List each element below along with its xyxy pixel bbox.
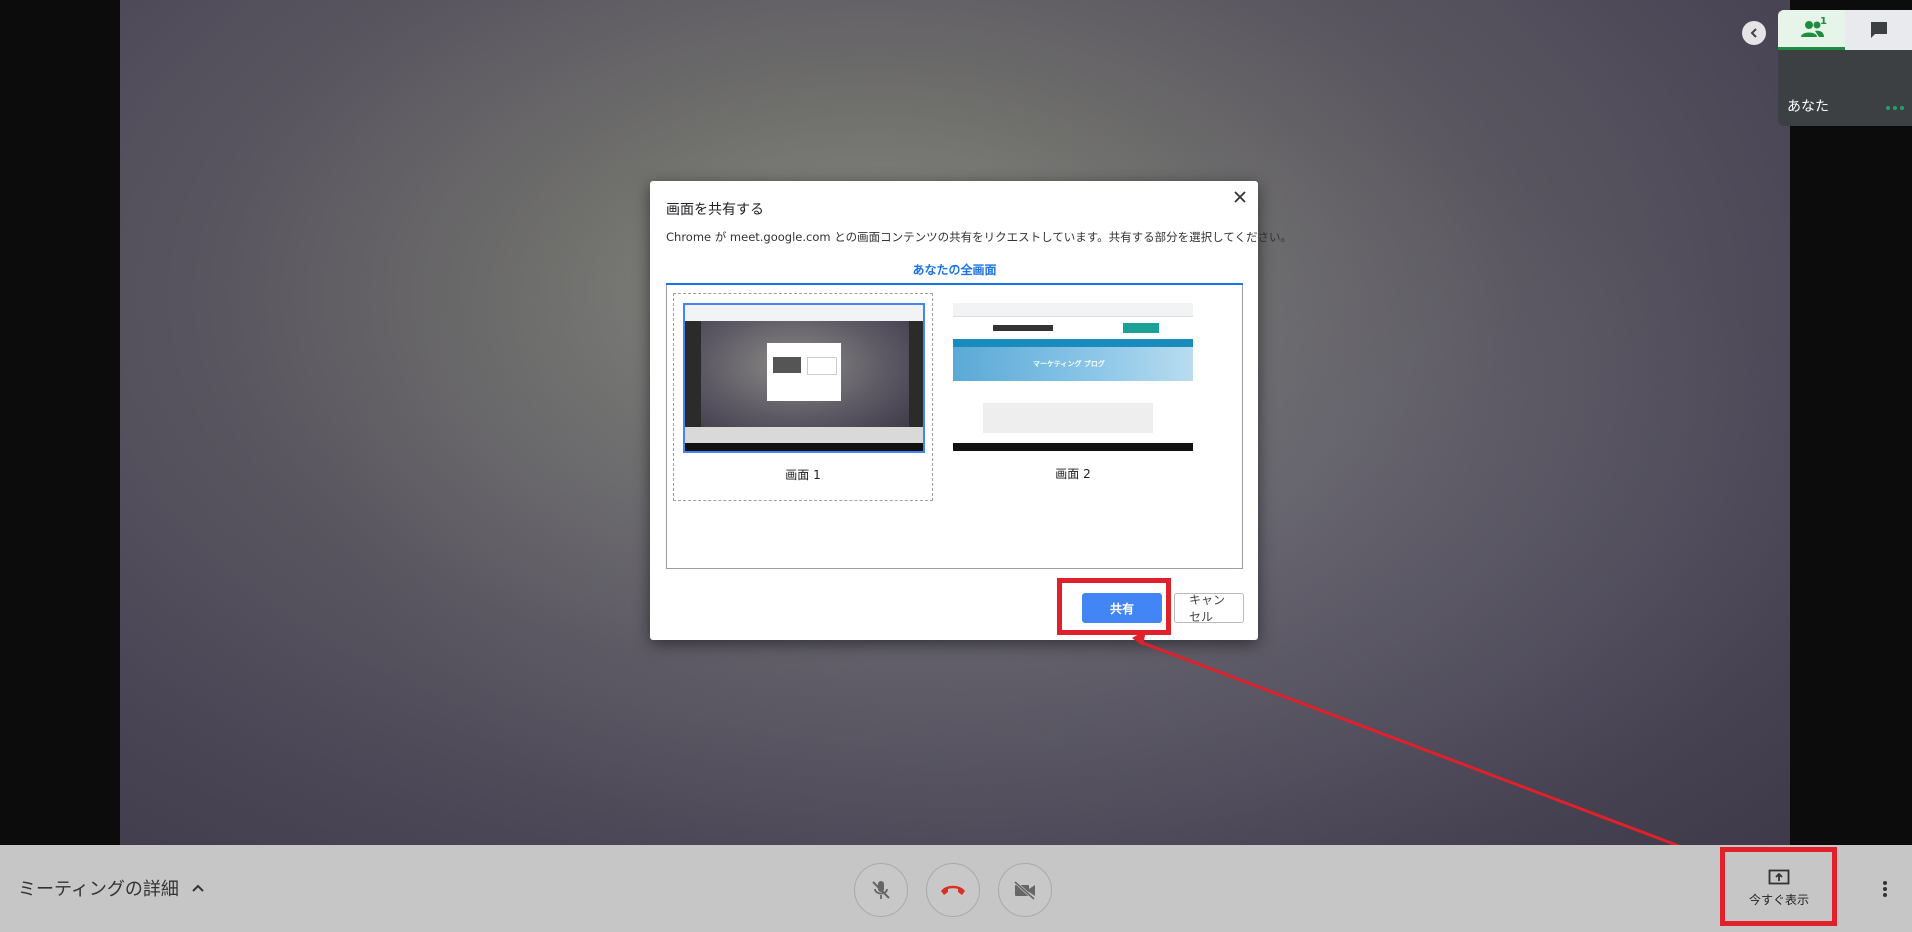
more-vert-icon — [1883, 881, 1887, 897]
hang-up-button[interactable] — [926, 863, 980, 917]
annotation-arrow — [1132, 630, 1725, 865]
chevron-up-icon — [192, 884, 204, 892]
present-now-highlight — [1720, 847, 1837, 926]
camera-toggle-button[interactable] — [998, 863, 1052, 917]
mic-off-icon — [872, 881, 890, 899]
meeting-details-label: ミーティングの詳細 — [18, 879, 179, 900]
more-options-button[interactable] — [1870, 871, 1900, 907]
phone-hangup-icon — [941, 885, 965, 895]
mic-toggle-button[interactable] — [854, 863, 908, 917]
bottom-toolbar: ミーティングの詳細 今すぐ表示 — [0, 845, 1912, 932]
camera-off-icon — [1013, 880, 1036, 900]
meeting-details-toggle[interactable]: ミーティングの詳細 — [18, 875, 205, 901]
